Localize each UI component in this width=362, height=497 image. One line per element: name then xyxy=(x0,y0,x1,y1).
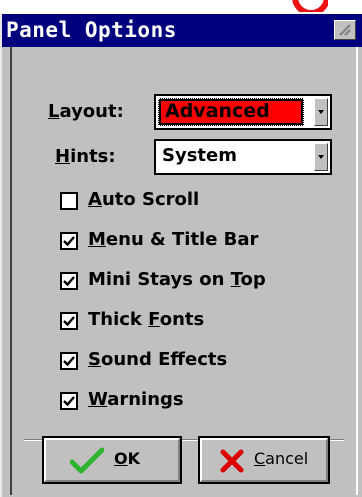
background-strip xyxy=(0,0,362,14)
checkmark-icon xyxy=(63,316,75,327)
title-bar-button[interactable] xyxy=(334,20,356,40)
window-title: Panel Options xyxy=(6,18,177,42)
layout-selection-focus: Advanced xyxy=(158,98,304,126)
dialog-body: Layout: Advanced Hints: System Auto Scro… xyxy=(10,47,358,495)
hints-value: System xyxy=(162,145,237,166)
red-x-icon xyxy=(220,449,244,473)
layout-combo[interactable]: Advanced xyxy=(154,94,332,130)
hints-label: Hints: xyxy=(55,146,116,167)
option-label: Sound Effects xyxy=(88,349,228,370)
option-label: Thick Fonts xyxy=(88,309,205,330)
option-label: Menu & Title Bar xyxy=(88,229,259,250)
checkmark-icon xyxy=(63,356,75,367)
hints-combo[interactable]: System xyxy=(154,139,332,175)
option-label: Mini Stays on Top xyxy=(88,269,266,290)
green-checkmark-icon xyxy=(70,447,104,474)
resize-icon xyxy=(339,24,351,36)
checkbox-mini-stays-on-top[interactable] xyxy=(60,272,78,290)
checkbox-auto-scroll[interactable] xyxy=(60,192,78,210)
layout-dropdown-arrow[interactable] xyxy=(314,98,328,126)
panel-options-dialog: Panel Options Layout: Advanced Hints: Sy… xyxy=(0,14,362,497)
option-label: Warnings xyxy=(88,389,184,410)
option-label: Auto Scroll xyxy=(88,189,200,210)
cancel-button[interactable]: Cancel xyxy=(198,436,330,484)
checkbox-menu-title-bar[interactable] xyxy=(60,232,78,250)
red-shape-fragment xyxy=(288,0,328,12)
hints-dropdown-arrow[interactable] xyxy=(314,143,328,171)
ok-button[interactable]: OK xyxy=(42,436,182,484)
title-bar: Panel Options xyxy=(2,14,362,47)
checkmark-icon xyxy=(63,276,75,287)
cancel-button-label: Cancel xyxy=(254,449,309,468)
checkbox-thick-fonts[interactable] xyxy=(60,312,78,330)
checkbox-sound-effects[interactable] xyxy=(60,352,78,370)
ok-button-label: OK xyxy=(114,449,141,468)
layout-label: Layout: xyxy=(48,101,124,122)
checkmark-icon xyxy=(63,396,75,407)
checkbox-warnings[interactable] xyxy=(60,392,78,410)
checkmark-icon xyxy=(63,236,75,247)
layout-value: Advanced xyxy=(165,100,270,122)
